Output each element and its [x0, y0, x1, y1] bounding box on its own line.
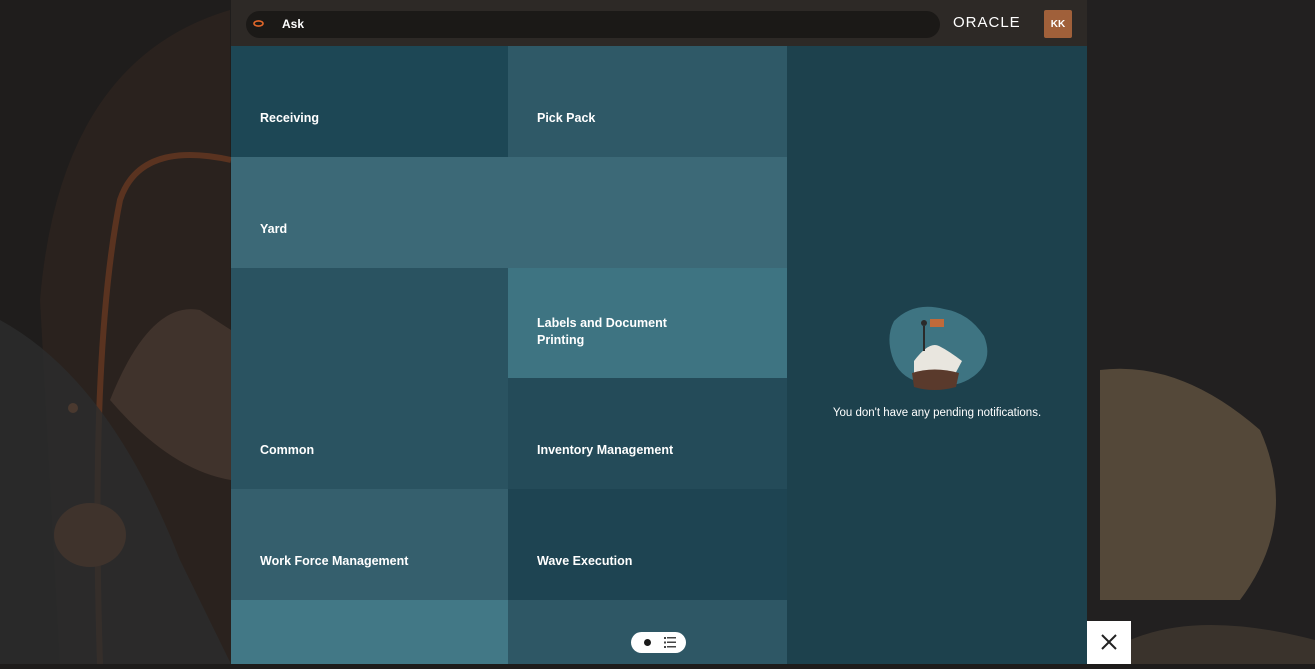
main-app-window: Receiving Pick Pack Yard Common Labels a…: [231, 0, 1087, 664]
close-icon: [1101, 634, 1117, 650]
top-bar: Ask ORACLE KK: [231, 0, 1087, 46]
tile-yard[interactable]: Yard: [231, 157, 787, 268]
no-notifications-message: You don't have any pending notifications…: [832, 407, 1042, 419]
list-icon[interactable]: [664, 637, 676, 648]
tile-label: Inventory Management: [537, 443, 674, 457]
tile-label: Pick Pack: [537, 111, 596, 125]
tile-label: Common: [260, 443, 315, 457]
user-avatar[interactable]: KK: [1044, 10, 1072, 38]
ask-search-input[interactable]: Ask: [246, 11, 940, 38]
tile-label: Yard: [260, 222, 288, 236]
view-toggle: [631, 632, 686, 653]
ask-label: Ask: [282, 17, 305, 31]
tile-wave-execution[interactable]: Wave Execution: [508, 489, 787, 600]
tile-receiving[interactable]: Receiving: [231, 46, 508, 157]
notifications-panel: You don't have any pending notifications…: [787, 46, 1087, 664]
close-button[interactable]: [1087, 621, 1131, 664]
empty-notifications-illustration: [889, 306, 988, 390]
tile-common[interactable]: Common: [231, 268, 508, 489]
tile-label: Wave Execution: [537, 554, 633, 568]
oval-search-icon: [253, 20, 264, 27]
oracle-logo: ORACLE: [953, 14, 1021, 31]
tile-pick-pack[interactable]: Pick Pack: [508, 46, 787, 157]
tile-label: Receiving: [260, 111, 320, 125]
dot-icon[interactable]: [644, 639, 651, 646]
tile-work-force-management[interactable]: Work Force Management: [231, 489, 508, 600]
tile-bottom-left[interactable]: [231, 600, 508, 664]
tile-inventory-management[interactable]: Inventory Management: [508, 378, 787, 489]
tile-labels-and-document-printing[interactable]: Labels and Document Printing: [508, 268, 787, 378]
tile-label: Work Force Management: [260, 554, 409, 568]
tile-label: Labels and Document Printing: [537, 316, 667, 347]
